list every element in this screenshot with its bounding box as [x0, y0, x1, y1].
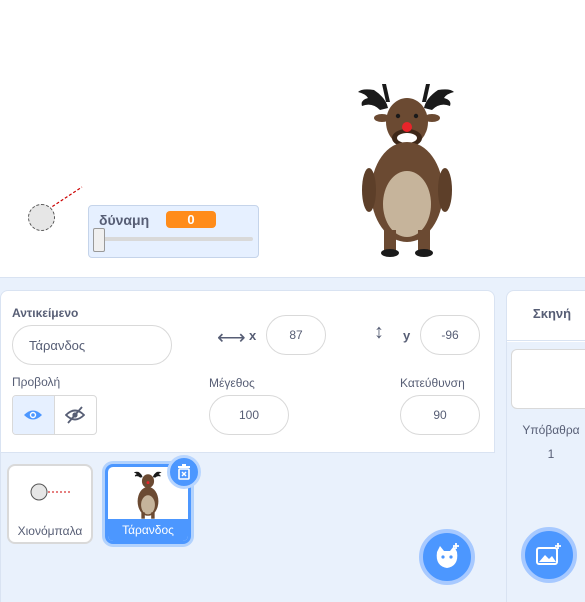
- show-label: Προβολή: [12, 375, 61, 389]
- monitor-slider-track[interactable]: [97, 237, 253, 241]
- add-backdrop-button[interactable]: [521, 527, 577, 583]
- add-sprite-button[interactable]: [419, 529, 475, 585]
- hide-button[interactable]: [55, 396, 97, 434]
- show-button[interactable]: [13, 396, 55, 434]
- visibility-toggle: [12, 395, 97, 435]
- reindeer-sprite[interactable]: [352, 80, 462, 260]
- stage-target-panel[interactable]: Σκηνή Υπόβαθρα 1: [506, 290, 585, 602]
- monitor-slider-thumb[interactable]: [93, 228, 105, 252]
- direction-label: Κατεύθυνση: [400, 376, 465, 390]
- direction-field[interactable]: 90: [400, 395, 480, 435]
- variable-monitor: δύναμη 0: [88, 205, 259, 258]
- monitor-label: δύναμη: [99, 212, 150, 228]
- snowball-thumbnail: [30, 483, 71, 501]
- stage-thumbnail[interactable]: [511, 349, 585, 409]
- add-backdrop-icon: [536, 543, 561, 565]
- trash-icon: [178, 464, 190, 480]
- monitor-value: 0: [166, 211, 216, 228]
- sprite-tile-snowball[interactable]: Χιονόμπαλα: [7, 464, 93, 544]
- sprite-list: Χιονόμπαλα Τάρανδος: [1, 452, 495, 602]
- backdrops-label: Υπόβαθρα: [522, 423, 580, 437]
- eye-icon: [24, 410, 43, 420]
- size-field[interactable]: 100: [209, 395, 289, 435]
- x-field[interactable]: 87: [266, 315, 326, 355]
- sprite-name-field[interactable]: Τάρανδος: [12, 325, 172, 365]
- add-sprite-icon: [436, 543, 459, 568]
- sprite-tile-name: Χιονόμπαλα: [17, 524, 83, 538]
- sprite-label: Αντικείμενο: [12, 306, 79, 320]
- eye-slash-icon: [65, 406, 86, 424]
- stage-canvas[interactable]: δύναμη 0: [0, 0, 585, 278]
- y-field[interactable]: -96: [420, 315, 480, 355]
- delete-sprite-button[interactable]: [167, 455, 201, 489]
- sprite-info-panel: Αντικείμενο Τάρανδος ⟷ x 87 ↕ y -96 Προβ…: [0, 290, 495, 602]
- size-label: Μέγεθος: [209, 376, 255, 390]
- vertical-arrow-icon: ↕: [374, 321, 384, 343]
- stage-title: Σκηνή: [507, 291, 585, 341]
- horizontal-arrow-icon: ⟷: [217, 327, 246, 349]
- sprite-tile-name: Τάρανδος: [108, 519, 188, 541]
- x-label: x: [249, 328, 257, 343]
- backdrops-count: 1: [547, 447, 555, 461]
- y-label: y: [403, 328, 411, 343]
- snowball-sprite[interactable]: [28, 204, 55, 231]
